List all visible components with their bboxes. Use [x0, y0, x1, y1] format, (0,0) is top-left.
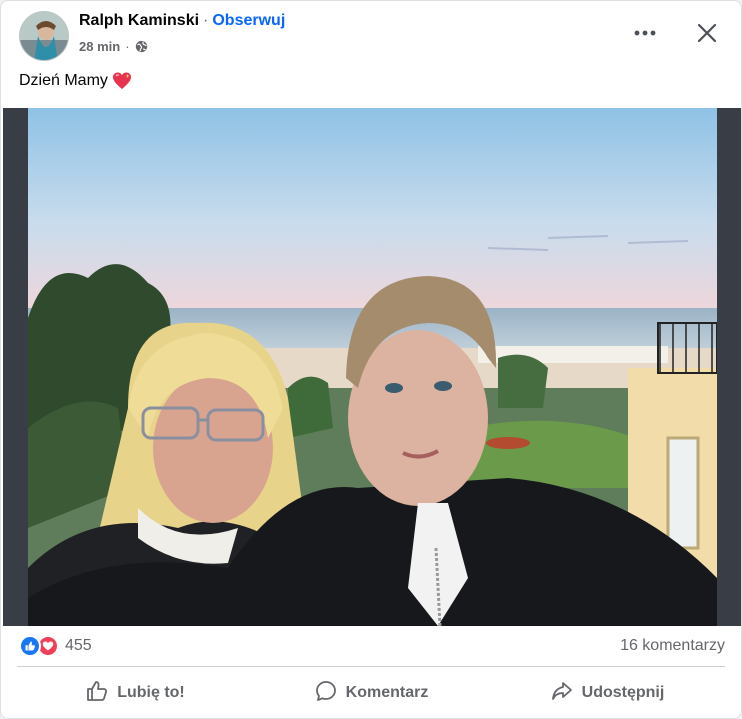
share-icon [550, 679, 574, 708]
post-meta: 28 min · [79, 39, 148, 54]
more-options-icon[interactable] [627, 19, 663, 47]
post-photo[interactable] [28, 108, 717, 626]
post-card: Ralph Kaminski · Obserwuj 28 min · Dzień M… [0, 0, 742, 719]
post-text: Dzień Mamy [19, 71, 132, 91]
share-button-label: Udostępnij [581, 684, 665, 701]
post-header: Ralph Kaminski · Obserwuj 28 min · [19, 11, 723, 63]
comments-count-link[interactable]: 16 komentarzy [620, 637, 725, 655]
close-icon[interactable] [691, 17, 723, 49]
like-button[interactable]: Lubię to! [17, 671, 253, 715]
post-photo-frame [3, 108, 741, 626]
meta-separator: · [125, 39, 130, 54]
author-line: Ralph Kaminski · Obserwuj [79, 12, 285, 30]
actions-divider [17, 666, 725, 667]
comment-icon [314, 679, 338, 708]
comment-button-label: Komentarz [345, 684, 429, 701]
sparkling-heart-icon [112, 71, 132, 91]
like-icon [19, 635, 41, 657]
like-button-label: Lubię to! [117, 684, 185, 701]
reactions-summary[interactable]: 455 [19, 635, 92, 657]
author-avatar[interactable] [19, 11, 69, 61]
post-actions-bar: Lubię to! Komentarz Udostępnij [17, 671, 725, 715]
thumbs-up-icon [85, 679, 109, 708]
reactions-count: 455 [65, 637, 92, 654]
separator-dot: · [203, 12, 209, 29]
post-message: Dzień Mamy [19, 72, 108, 89]
comment-button[interactable]: Komentarz [253, 671, 489, 715]
globe-icon[interactable] [135, 40, 148, 53]
follow-button[interactable]: Obserwuj [212, 12, 285, 29]
share-button[interactable]: Udostępnij [489, 671, 725, 715]
author-name[interactable]: Ralph Kaminski [79, 12, 199, 29]
post-timestamp[interactable]: 28 min [79, 39, 120, 54]
